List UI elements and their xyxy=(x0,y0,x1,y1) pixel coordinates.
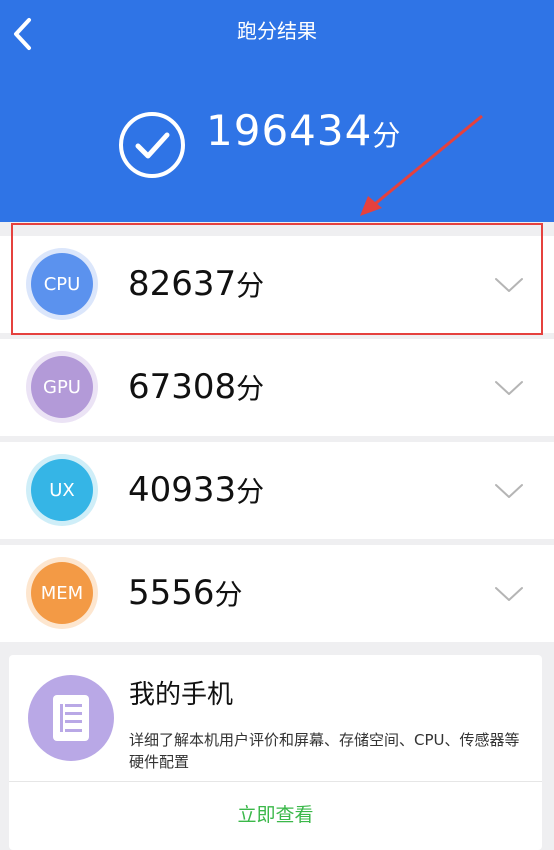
gpu-score-unit: 分 xyxy=(236,372,265,405)
mem-badge: MEM xyxy=(31,562,93,624)
mem-score: 5556分 xyxy=(128,569,243,619)
document-icon xyxy=(53,695,89,741)
card-divider xyxy=(9,781,542,782)
ux-badge-label: UX xyxy=(49,479,75,501)
ux-score: 40933分 xyxy=(128,466,264,516)
score-row-gpu[interactable]: GPU 67308分 xyxy=(0,339,554,436)
chevron-down-icon[interactable] xyxy=(494,379,524,397)
gpu-badge-ring: GPU xyxy=(26,351,98,423)
mem-badge-label: MEM xyxy=(40,582,84,604)
mem-score-unit: 分 xyxy=(214,578,243,611)
gpu-score: 67308分 xyxy=(128,363,264,413)
ux-badge: UX xyxy=(31,459,93,521)
view-now-link[interactable]: 立即查看 xyxy=(9,800,542,830)
mem-badge-ring: MEM xyxy=(26,557,98,629)
gpu-badge-label: GPU xyxy=(43,376,81,398)
card-description: 详细了解本机用户评价和屏幕、存储空间、CPU、传感器等硬件配置 xyxy=(129,731,520,771)
score-row-mem[interactable]: MEM 5556分 xyxy=(0,545,554,642)
ux-score-unit: 分 xyxy=(236,475,265,508)
my-phone-card: 我的手机 详细了解本机用户评价和屏幕、存储空间、CPU、传感器等硬件配置 立即查… xyxy=(9,655,542,850)
page-title: 跑分结果 xyxy=(237,19,317,43)
header: 跑分结果 196434分 xyxy=(0,0,554,222)
gpu-score-value: 67308 xyxy=(128,367,237,407)
mem-score-value: 5556 xyxy=(128,573,215,613)
check-circle-icon xyxy=(119,112,185,178)
total-score-value: 196434 xyxy=(206,105,373,155)
document-icon-badge xyxy=(28,675,114,761)
ux-badge-ring: UX xyxy=(26,454,98,526)
card-title: 我的手机 xyxy=(129,680,234,710)
gpu-badge: GPU xyxy=(31,356,93,418)
chevron-down-icon[interactable] xyxy=(494,585,524,603)
chevron-down-icon[interactable] xyxy=(494,482,524,500)
red-arrow-annotation xyxy=(360,114,483,216)
ux-score-value: 40933 xyxy=(128,470,237,510)
cpu-highlight-annotation xyxy=(11,223,543,335)
score-row-ux[interactable]: UX 40933分 xyxy=(0,442,554,539)
